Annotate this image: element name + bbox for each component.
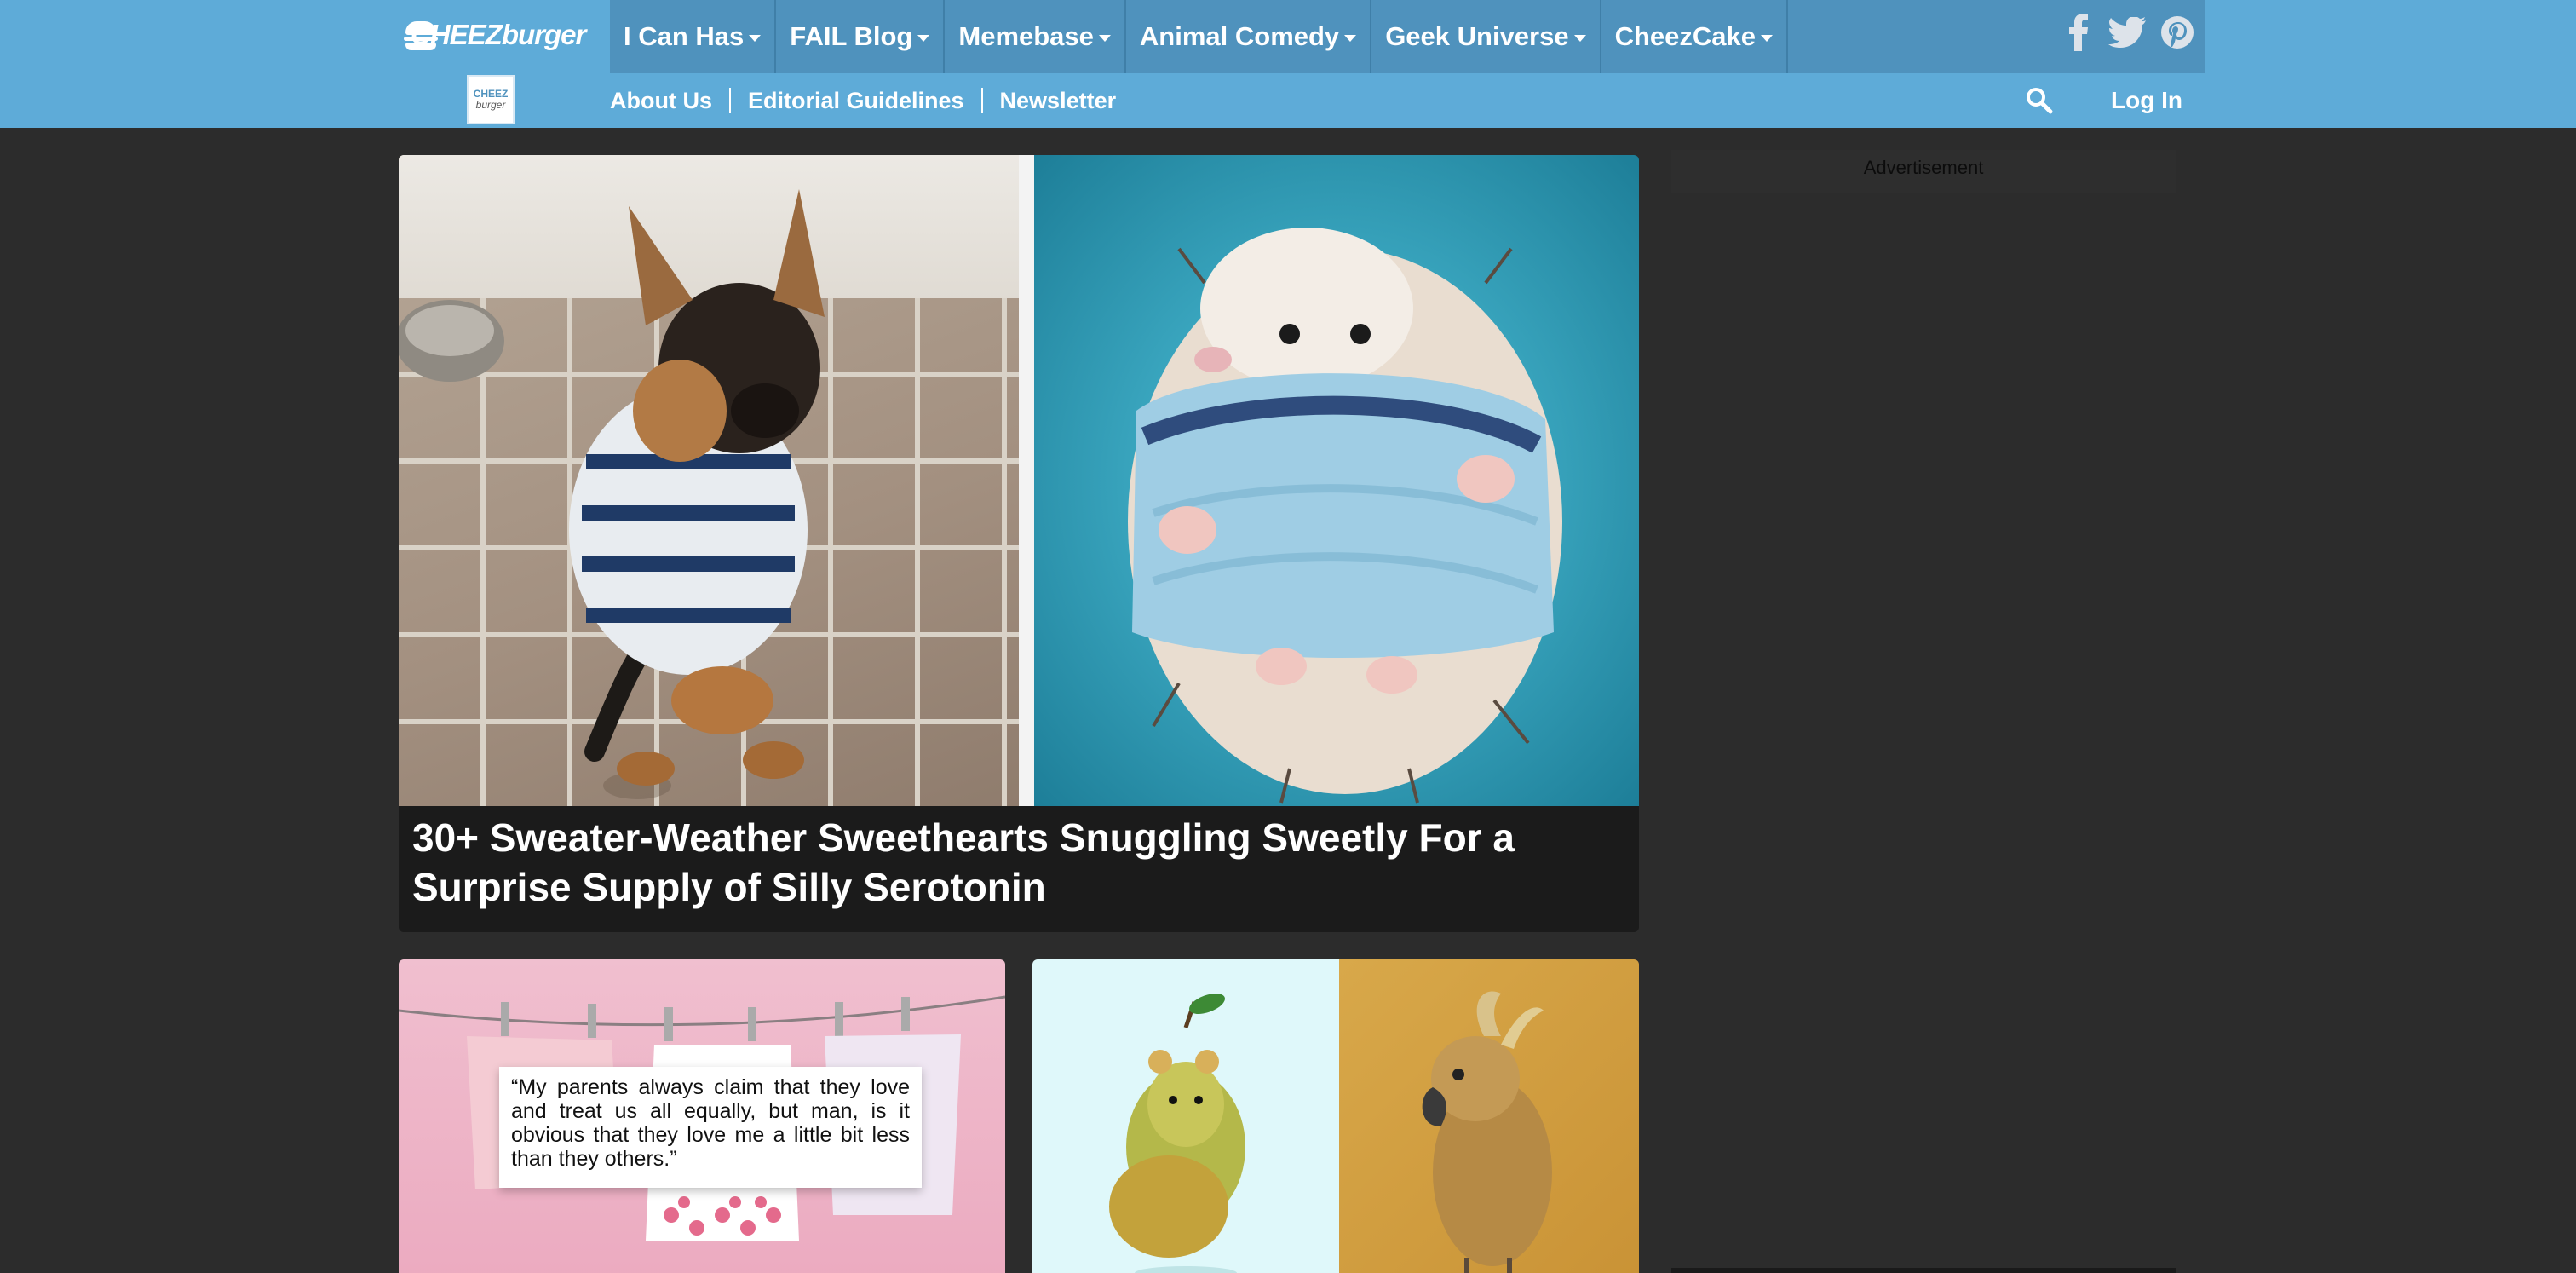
nav-item-cheezcake[interactable]: CheezCake [1601,0,1789,73]
sub-site-logo[interactable]: CHEEZ burger [467,75,515,124]
nav-item-geek-universe[interactable]: Geek Universe [1371,0,1601,73]
advertisement-label: Advertisement [1863,157,1984,178]
featured-image [399,155,1639,806]
site-logo[interactable]: CHEEZburger [404,15,586,55]
image-divider [1019,155,1034,806]
nav-item-memebase[interactable]: Memebase [945,0,1126,73]
sub-nav-about-us[interactable]: About Us [610,88,731,113]
pear-mouse-image [1032,959,1339,1273]
nav-item-i-can-has[interactable]: I Can Has [610,0,777,73]
login-link[interactable]: Log In [2111,85,2182,116]
main-nav: I Can Has FAIL Blog Memebase Animal Come… [610,0,1789,73]
advertisement-bottom-edge [1671,1268,2176,1273]
caret-down-icon [1573,35,1586,42]
nav-item-label: FAIL Blog [790,21,913,51]
article-card-quote[interactable]: “My parents always claim that they love … [399,959,1005,1273]
facebook-icon[interactable] [2061,12,2096,53]
nav-item-animal-comedy[interactable]: Animal Comedy [1126,0,1372,73]
nav-item-label: I Can Has [624,21,745,51]
featured-title-bar: 30+ Sweater-Weather Sweethearts Snugglin… [412,813,1622,912]
sub-logo-line2: burger [475,99,506,111]
quote-caption: “My parents always claim that they love … [499,1067,922,1188]
pinterest-icon[interactable] [2159,12,2196,53]
sub-nav: About Us Editorial Guidelines Newsletter [610,82,1133,119]
nav-item-label: Memebase [958,21,1094,51]
nav-item-fail-blog[interactable]: FAIL Blog [776,0,946,73]
caret-down-icon [1761,35,1774,42]
caret-down-icon [749,35,762,42]
logo-text: CHEEZburger [411,19,586,50]
nav-item-label: CheezCake [1614,21,1757,51]
caret-down-icon [917,35,930,42]
twitter-icon[interactable] [2106,12,2148,53]
hedgehog-in-sweater-image [1034,155,1639,806]
featured-title[interactable]: 30+ Sweater-Weather Sweethearts Snugglin… [412,813,1622,912]
sub-nav-editorial-guidelines[interactable]: Editorial Guidelines [731,88,983,113]
puppy-in-sweater-image [399,155,1019,806]
nav-item-label: Animal Comedy [1139,21,1340,51]
article-card-fruit-animals[interactable] [1032,959,1639,1273]
caret-down-icon [1344,35,1357,42]
caret-down-icon [1098,35,1111,42]
search-icon[interactable] [2024,85,2055,116]
quote-text: “My parents always claim that they love … [511,1075,910,1171]
sub-nav-newsletter[interactable]: Newsletter [983,88,1134,113]
potato-cockatoo-image [1339,959,1639,1273]
featured-article[interactable]: 30+ Sweater-Weather Sweethearts Snugglin… [399,155,1639,932]
nav-item-label: Geek Universe [1385,21,1569,51]
